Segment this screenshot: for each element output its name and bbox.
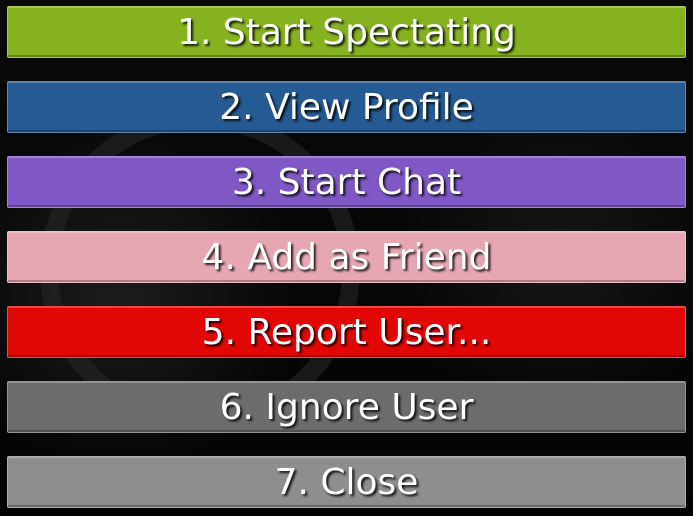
add-as-friend-label: 4. Add as Friend — [201, 237, 492, 278]
view-profile-label: 2. View Profile — [219, 87, 474, 128]
start-chat-button[interactable]: 3. Start Chat — [7, 156, 686, 208]
close-label: 7. Close — [274, 462, 419, 503]
context-menu: 1. Start Spectating 2. View Profile 3. S… — [7, 6, 686, 508]
ignore-user-button[interactable]: 6. Ignore User — [7, 381, 686, 433]
close-button[interactable]: 7. Close — [7, 456, 686, 508]
view-profile-button[interactable]: 2. View Profile — [7, 81, 686, 133]
ignore-user-label: 6. Ignore User — [219, 387, 474, 428]
report-user-button[interactable]: 5. Report User... — [7, 306, 686, 358]
report-user-label: 5. Report User... — [201, 312, 492, 353]
start-chat-label: 3. Start Chat — [231, 162, 462, 203]
add-as-friend-button[interactable]: 4. Add as Friend — [7, 231, 686, 283]
start-spectating-button[interactable]: 1. Start Spectating — [7, 6, 686, 58]
start-spectating-label: 1. Start Spectating — [177, 12, 516, 53]
